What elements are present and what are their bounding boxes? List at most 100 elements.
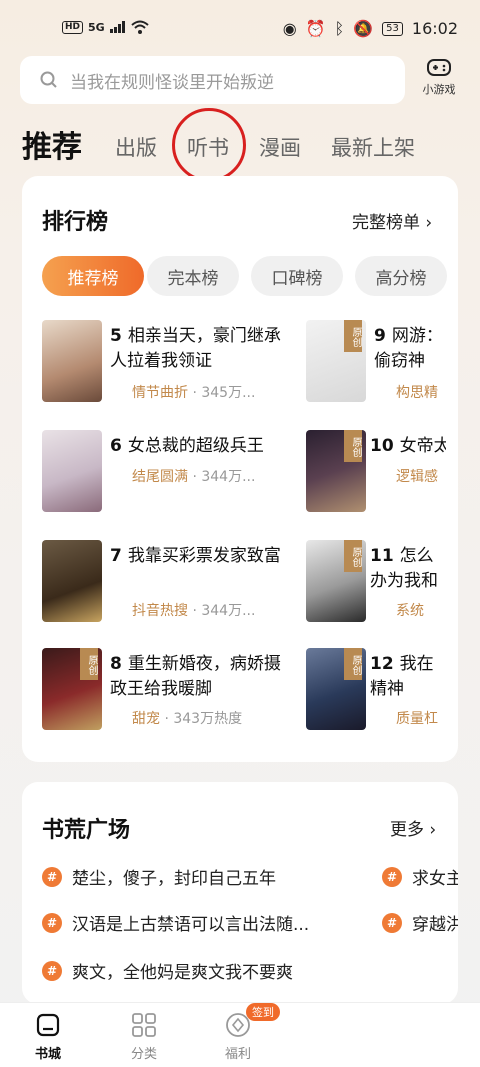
pill-completed[interactable]: 完本榜 (147, 256, 239, 296)
book-tag: 系统 (396, 603, 424, 619)
book-heat: 343万热度 (173, 711, 243, 727)
original-ribbon: 原创 (344, 648, 362, 680)
hash-icon: # (42, 866, 62, 887)
book-cover[interactable] (42, 540, 102, 622)
book-tag: 构思精 (396, 385, 438, 401)
book-title-text: 女帝太 (399, 436, 446, 456)
hot-topic[interactable]: # 汉语是上古禁语可以言出法随... (42, 910, 362, 935)
original-ribbon: 原创 (344, 320, 362, 352)
mini-game-label: 小游戏 (422, 83, 456, 96)
search-bar[interactable]: 当我在规则怪谈里开始叛逆 (20, 56, 405, 104)
book-tag: 情节曲折 (132, 385, 188, 401)
book-title[interactable]: 11 怎么办为我和 (370, 544, 446, 594)
plaza-more-link[interactable]: 更多 › (390, 815, 436, 840)
book-cover[interactable]: 原创 (306, 320, 366, 402)
eye-icon: ◉ (282, 19, 297, 38)
book-heat: 344万... (201, 469, 256, 485)
book-tag: 逻辑感 (396, 469, 438, 485)
book-title[interactable]: 10 女帝太 (370, 434, 446, 459)
hot-topic-text: 楚尘，傻子，封印自己五年 (72, 869, 276, 889)
signal-indicator: 5G (88, 20, 105, 34)
nav-categories-label: 分类 (130, 1047, 157, 1062)
rank-number: 10 (370, 436, 394, 456)
book-cover[interactable]: 原创 (306, 648, 366, 730)
mute-icon: 🔕 (353, 19, 374, 38)
battery-indicator: 53 (382, 21, 403, 36)
ranking-card: 排行榜 完整榜单 › 推荐榜 完本榜 口碑榜 高分榜 5 相亲当天，豪门继承人拉着… (22, 176, 458, 762)
book-cover[interactable]: 原创 (306, 540, 366, 622)
full-ranking-label: 完整榜单 (352, 213, 420, 233)
hot-topic[interactable]: # 穿越洪 (382, 910, 458, 935)
book-title[interactable]: 9 网游：偷窃神 (374, 324, 444, 374)
tab-recommend[interactable]: 推荐 (22, 122, 82, 166)
original-ribbon: 原创 (344, 430, 362, 462)
chevron-right-icon: › (429, 820, 437, 840)
book-meta: 甜宠 · 343万热度 (132, 711, 243, 727)
hash-icon: # (42, 960, 62, 981)
hot-topic-text: 爽文，全他妈是爽文我不要爽 (72, 963, 293, 983)
search-placeholder: 当我在规则怪谈里开始叛逆 (70, 72, 274, 93)
mini-game-button[interactable]: 小游戏 (414, 56, 464, 102)
pill-high-score[interactable]: 高分榜 (355, 256, 447, 296)
book-meta: 情节曲折 · 345万... (132, 385, 256, 401)
book-meta: 质量杠 (396, 708, 446, 728)
book-title[interactable]: 6 女总裁的超级兵王 (110, 434, 285, 459)
hot-topic[interactable]: # 求女主 (382, 864, 458, 889)
status-bar: HD 5G ◉ ⏰ ᛒ 🔕 53 16:02 (0, 0, 480, 56)
book-meta: 逻辑感 (396, 466, 446, 486)
hot-topic[interactable]: # 爽文，全他妈是爽文我不要爽 (42, 958, 362, 983)
nav-bookstore[interactable]: 书城 (18, 1011, 78, 1062)
book-cover[interactable]: 原创 (42, 648, 102, 730)
tab-new-arrivals[interactable]: 最新上架 (331, 132, 415, 162)
book-tag: 抖音热搜 (132, 603, 188, 619)
book-heat: 345万... (201, 385, 256, 401)
checkin-badge[interactable]: 签到 (246, 1003, 280, 1021)
book-title-text: 我靠买彩票发家致富 (127, 546, 281, 566)
nav-categories[interactable]: 分类 (114, 1011, 174, 1062)
book-title[interactable]: 12 我在精神 (370, 652, 446, 702)
book-title-text: 女总裁的超级兵王 (127, 436, 264, 456)
hot-topic-text: 汉语是上古禁语可以言出法随... (72, 915, 310, 935)
clock: 16:02 (411, 19, 458, 38)
rank-number: 5 (110, 326, 122, 346)
hash-icon: # (382, 912, 402, 933)
pill-reputation[interactable]: 口碑榜 (251, 256, 343, 296)
home-icon (36, 1013, 60, 1037)
bottom-nav: 书城 分类 福利 (0, 1002, 480, 1067)
book-cover[interactable] (42, 430, 102, 512)
book-tag: 结尾圆满 (132, 469, 188, 485)
book-title[interactable]: 5 相亲当天，豪门继承人拉着我领证 (110, 324, 285, 374)
rank-number: 6 (110, 436, 122, 456)
status-left: HD 5G (62, 20, 149, 34)
pill-recommend[interactable]: 推荐榜 (42, 256, 144, 296)
original-ribbon: 原创 (80, 648, 98, 680)
full-ranking-link[interactable]: 完整榜单 › (352, 208, 432, 233)
hot-topic-text: 穿越洪 (412, 915, 458, 935)
book-title-text: 重生新婚夜，病娇摄政王给我暖脚 (110, 654, 281, 699)
book-title-text: 相亲当天，豪门继承人拉着我领证 (110, 326, 281, 371)
gamepad-icon (427, 59, 451, 76)
hash-icon: # (42, 912, 62, 933)
book-cover[interactable]: 原创 (306, 430, 366, 512)
alarm-icon: ⏰ (305, 19, 326, 38)
book-meta: 结尾圆满 · 344万... (132, 469, 256, 485)
hd-badge: HD (62, 20, 84, 34)
rank-number: 7 (110, 546, 122, 566)
hot-topic-text: 求女主 (412, 869, 458, 889)
book-tag: 甜宠 (132, 711, 160, 727)
book-heat: 344万... (201, 603, 256, 619)
book-meta: 构思精 (396, 382, 446, 402)
hot-topic[interactable]: # 楚尘，傻子，封印自己五年 (42, 864, 362, 889)
rank-number: 11 (370, 546, 394, 566)
plaza-title: 书荒广场 (42, 818, 131, 843)
book-title[interactable]: 8 重生新婚夜，病娇摄政王给我暖脚 (110, 652, 285, 702)
book-cover[interactable] (42, 320, 102, 402)
rank-number: 12 (370, 654, 394, 674)
tab-comics[interactable]: 漫画 (259, 132, 301, 162)
wifi-icon (131, 20, 149, 34)
plaza-card: 书荒广场 更多 › # 楚尘，傻子，封印自己五年 # 汉语是上古禁语可以言出法随..… (22, 782, 458, 1004)
book-title[interactable]: 7 我靠买彩票发家致富 (110, 544, 285, 594)
tab-publish[interactable]: 出版 (115, 132, 157, 162)
hash-icon: # (382, 866, 402, 887)
highlight-circle (172, 108, 246, 182)
